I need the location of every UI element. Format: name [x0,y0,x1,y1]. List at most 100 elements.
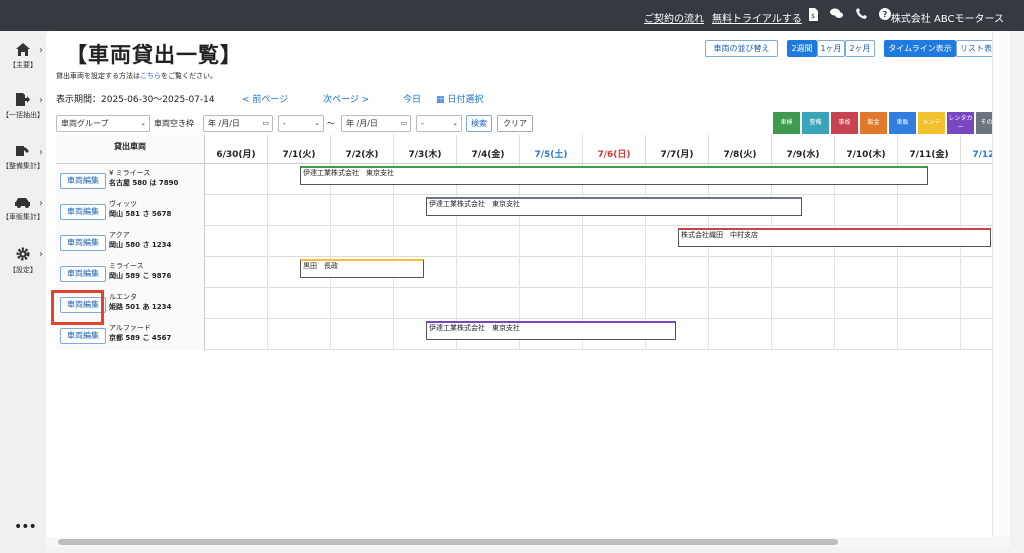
date-header: 6/30(月) [205,135,268,164]
prev-page-link[interactable]: < 前ページ [242,92,288,105]
sidebar-item-bulk-extract[interactable]: › 【一括抽出】 [0,93,46,120]
day-cell[interactable] [835,288,898,319]
span-2weeks-button[interactable]: 2週間 [787,40,817,57]
day-cell[interactable] [268,226,331,257]
booking-bar[interactable]: 伊達工業株式会社 東京支社 [426,321,676,340]
edit-vehicle-button[interactable]: 車両編集 [60,173,106,189]
day-cell[interactable] [457,257,520,288]
time-from-select[interactable]: - ⌄ [278,115,324,132]
date-from-input[interactable]: 年 /月/日 ▭ [203,115,273,132]
span-1month-button[interactable]: 1ヶ月 [817,40,845,57]
day-cell[interactable] [583,257,646,288]
day-cell[interactable] [709,288,772,319]
sidebar-item-main[interactable]: › 【主要】 [0,43,46,70]
date-to-input[interactable]: 年 /月/日 ▭ [341,115,411,132]
day-cell[interactable] [898,257,961,288]
day-cell[interactable] [709,319,772,350]
day-cell[interactable] [772,319,835,350]
day-cell[interactable] [331,226,394,257]
vehicle-name: ルエンタ [109,293,137,301]
booking-bar[interactable]: 伊達工業株式会社 東京支社 [426,197,802,216]
chevron-right-icon: › [39,45,43,56]
day-cell[interactable] [394,288,457,319]
display-period: 表示期間：2025-06-30〜2025-07-14 [56,95,215,105]
date-select-link[interactable]: ▦ 日付選択 [436,92,483,105]
date-header: 7/11(金) [898,135,961,164]
chevron-down-icon: ⌄ [314,119,320,127]
svg-text:$: $ [811,13,815,20]
day-cell[interactable] [268,288,331,319]
day-cell[interactable] [457,288,520,319]
day-cell[interactable] [520,288,583,319]
chat-icon[interactable] [829,8,843,22]
day-cell[interactable] [205,195,268,226]
day-cell[interactable] [205,164,268,195]
day-cell[interactable] [583,288,646,319]
date-header: 7/7(月) [646,135,709,164]
calendar-icon: ▭ [400,119,407,127]
day-cell[interactable] [331,319,394,350]
vehicle-group-select[interactable]: 車両グループ ⌄ [56,115,150,132]
date-header: 7/6(日) [583,135,646,164]
day-cell[interactable] [898,195,961,226]
vehicle-name: ヴィッツ [109,200,137,208]
date-header: 7/2(水) [331,135,394,164]
day-cell[interactable] [646,288,709,319]
edit-vehicle-button[interactable]: 車両編集 [60,204,106,220]
day-cell[interactable] [898,319,961,350]
day-cell[interactable] [268,195,331,226]
day-cell[interactable] [331,195,394,226]
day-cell[interactable] [520,257,583,288]
day-cell[interactable] [835,195,898,226]
document-yen-icon[interactable]: $ [806,8,820,22]
vertical-scrollbar[interactable] [992,31,1010,537]
chevron-right-icon: › [39,147,43,158]
sidebar-item-sales-stats[interactable]: › 【車販集計】 [0,196,46,222]
day-cell[interactable] [772,288,835,319]
edit-vehicle-button[interactable]: 車両編集 [60,328,106,344]
day-cell[interactable] [520,226,583,257]
clear-button[interactable]: クリア [497,115,533,132]
day-cell[interactable] [772,257,835,288]
page-title: 【車両貸出一覧】 [66,42,242,67]
today-link[interactable]: 今日 [403,92,421,105]
day-cell[interactable] [394,226,457,257]
sidebar-item-maintenance-stats[interactable]: › 【整備集計】 [0,145,46,171]
edit-vehicle-button[interactable]: 車両編集 [60,266,106,282]
next-page-link[interactable]: 次ページ > [323,92,369,105]
day-cell[interactable] [835,257,898,288]
day-cell[interactable] [205,288,268,319]
day-cell[interactable] [331,288,394,319]
date-header: 7/9(水) [772,135,835,164]
day-cell[interactable] [457,226,520,257]
booking-bar[interactable]: 黒田 長政 [300,259,424,278]
booking-bar[interactable]: 伊達工業株式会社 東京支社 [300,166,928,185]
day-cell[interactable] [205,257,268,288]
day-cell[interactable] [205,319,268,350]
vehicle-cell: 車両編集 アクア 岡山 580 さ 1234 [56,226,205,257]
day-cell[interactable] [835,319,898,350]
day-cell[interactable] [583,226,646,257]
edit-vehicle-button[interactable]: 車両編集 [60,235,106,251]
more-menu-icon[interactable]: ••• [14,519,37,535]
search-button[interactable]: 検索 [466,115,492,132]
day-cell[interactable] [268,319,331,350]
contract-flow-link[interactable]: ご契約の流れ [644,10,704,25]
booking-bar[interactable]: 株式会社織田 中村支店 [678,228,991,247]
time-to-select[interactable]: - ⌄ [416,115,462,132]
timeline-view-button[interactable]: タイムライン表示 [884,40,956,57]
day-cell[interactable] [898,288,961,319]
day-cell[interactable] [205,226,268,257]
phone-icon[interactable] [854,8,868,22]
vehicle-row: 車両編集 ルエンタ 姫路 501 あ 1234 [56,288,1000,319]
vehicle-plate: 岡山 589 こ 9876 [109,272,172,280]
help-here-link[interactable]: こちら [140,72,161,80]
sidebar-item-settings[interactable]: › 【設定】 [0,247,46,275]
reorder-vehicles-button[interactable]: 車両の並び替え [705,40,778,57]
top-bar: ご契約の流れ 無料トライアルする $ ? 株式会社 ABCモータース [0,0,1024,31]
free-trial-link[interactable]: 無料トライアルする [712,10,802,25]
day-cell[interactable] [646,257,709,288]
horizontal-scrollbar-thumb[interactable] [58,539,838,545]
day-cell[interactable] [709,257,772,288]
span-2months-button[interactable]: 2ヶ月 [845,40,875,57]
